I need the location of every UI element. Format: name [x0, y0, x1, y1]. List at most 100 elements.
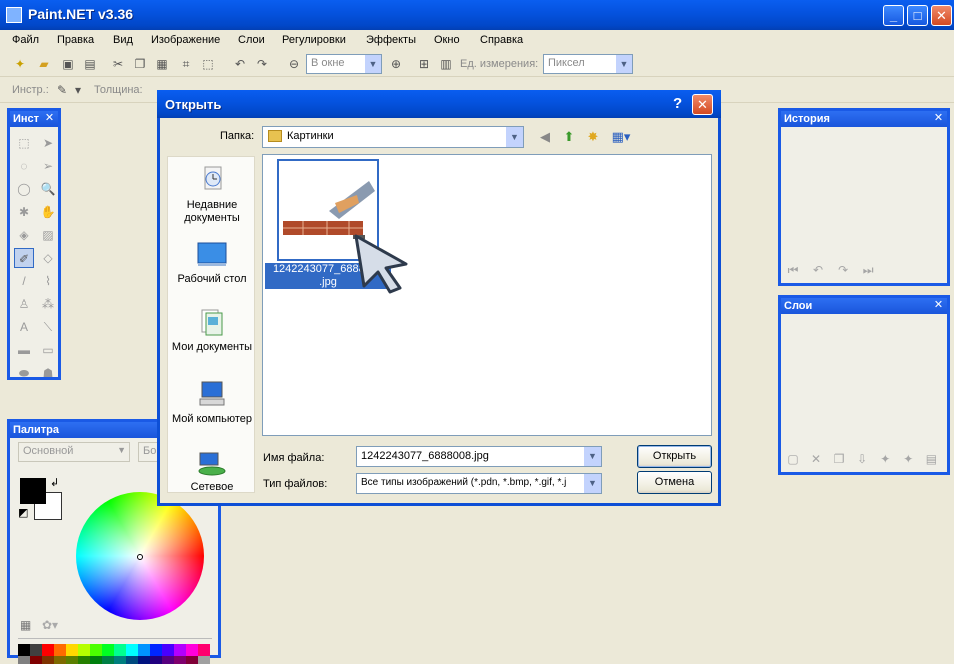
look-in-combo[interactable]: Картинки ▼ [262, 126, 524, 148]
rounded-rect-icon[interactable]: ▭ [38, 340, 58, 360]
zoom-out-icon[interactable]: ⊖ [286, 56, 302, 72]
close-icon[interactable]: ✕ [932, 112, 945, 125]
menu-window[interactable]: Окно [434, 34, 460, 46]
text-icon[interactable]: A [14, 317, 34, 337]
pencil-tool-icon[interactable]: / [14, 271, 34, 291]
menu-effects[interactable]: Эффекты [366, 34, 416, 46]
help-button[interactable]: ? [673, 95, 682, 112]
line-icon[interactable]: ⟍ [38, 317, 58, 337]
move-selected-icon[interactable]: ➢ [38, 156, 58, 176]
palette-swatch[interactable] [78, 656, 90, 664]
menu-file[interactable]: Файл [12, 34, 39, 46]
save-icon[interactable]: ▣ [60, 56, 76, 72]
palette-mode-combo[interactable]: Основной ▼ [18, 442, 130, 462]
rulers-icon[interactable]: ▥ [438, 56, 454, 72]
open-icon[interactable]: ▰ [36, 56, 52, 72]
place-my-computer[interactable]: Мой компьютер [168, 379, 256, 426]
zoom-combo[interactable]: В окне ▼ [306, 54, 382, 74]
zoom-in-icon[interactable]: ⊕ [388, 56, 404, 72]
minimize-button[interactable]: _ [883, 5, 904, 26]
gradient-icon[interactable]: ▨ [38, 225, 58, 245]
menu-edit[interactable]: Правка [57, 34, 94, 46]
last-step-icon[interactable]: ⏭ [860, 263, 876, 279]
units-combo[interactable]: Пиксел ▼ [543, 54, 633, 74]
palette-swatch[interactable] [66, 644, 78, 656]
merge-layer-icon[interactable]: ⇩ [854, 452, 870, 468]
paintbrush-icon[interactable]: ✐ [14, 248, 34, 268]
crop-icon[interactable]: ⌗ [178, 56, 194, 72]
palette-swatch[interactable] [150, 644, 162, 656]
place-my-documents[interactable]: Мои документы [168, 307, 256, 354]
pan-icon[interactable]: ✋ [38, 202, 58, 222]
file-type-combo[interactable]: Все типы изображений (*.pdn, *.bmp, *.gi… [356, 473, 602, 494]
palette-swatch[interactable] [42, 644, 54, 656]
palette-swatch[interactable] [66, 656, 78, 664]
palette-swatch[interactable] [174, 656, 186, 664]
print-icon[interactable]: ▤ [82, 56, 98, 72]
cut-icon[interactable]: ✂ [110, 56, 126, 72]
place-desktop[interactable]: Рабочий стол [168, 239, 256, 286]
copy-icon[interactable]: ❐ [132, 56, 148, 72]
pencil-icon[interactable]: ✎ [54, 82, 70, 98]
close-icon[interactable]: ✕ [932, 299, 945, 312]
rect-select-icon[interactable]: ⬚ [14, 133, 34, 153]
palette-swatch[interactable] [78, 644, 90, 656]
palette-swatch[interactable] [102, 656, 114, 664]
add-layer-icon[interactable]: ▢ [785, 452, 801, 468]
palette-swatch[interactable] [198, 656, 210, 664]
freeform-shape-icon[interactable]: ☗ [38, 363, 58, 383]
palette-swatch[interactable] [126, 644, 138, 656]
reset-colors-icon[interactable]: ◩ [18, 506, 28, 519]
menu-view[interactable]: Вид [113, 34, 133, 46]
undo-icon[interactable]: ↶ [232, 56, 248, 72]
close-button[interactable]: ✕ [931, 5, 952, 26]
new-folder-icon[interactable]: ✸ [584, 128, 602, 146]
magic-wand-icon[interactable]: ✱ [14, 202, 34, 222]
palette-swatch[interactable] [162, 656, 174, 664]
palette-swatch[interactable] [138, 656, 150, 664]
paint-bucket-icon[interactable]: ◈ [14, 225, 34, 245]
view-menu-icon[interactable]: ▦▾ [608, 128, 634, 146]
palette-swatch[interactable] [186, 656, 198, 664]
palette-swatch[interactable] [174, 644, 186, 656]
delete-layer-icon[interactable]: ✕ [808, 452, 824, 468]
palette-swatch[interactable] [42, 656, 54, 664]
maximize-button[interactable]: □ [907, 5, 928, 26]
grid-icon[interactable]: ⊞ [416, 56, 432, 72]
redo-step-icon[interactable]: ↷ [835, 263, 851, 279]
first-step-icon[interactable]: ⏮ [785, 263, 801, 279]
up-folder-icon[interactable]: ⬆ [560, 128, 578, 146]
eraser-icon[interactable]: ◇ [38, 248, 58, 268]
move-selection-icon[interactable]: ➤ [38, 133, 58, 153]
palette-swatch[interactable] [102, 644, 114, 656]
duplicate-layer-icon[interactable]: ❐ [831, 452, 847, 468]
palette-swatch[interactable] [54, 644, 66, 656]
paste-icon[interactable]: ▦ [154, 56, 170, 72]
deselect-icon[interactable]: ⬚ [200, 56, 216, 72]
palette-swatch[interactable] [90, 644, 102, 656]
palette-swatch[interactable] [18, 644, 30, 656]
palette-swatch[interactable] [30, 644, 42, 656]
close-icon[interactable]: ✕ [43, 112, 56, 125]
palette-swatch[interactable] [54, 656, 66, 664]
place-recent[interactable]: Недавние документы [168, 165, 256, 225]
menu-layers[interactable]: Слои [238, 34, 265, 46]
palette-swatch[interactable] [162, 644, 174, 656]
redo-icon[interactable]: ↷ [254, 56, 270, 72]
lasso-icon[interactable]: ◌ [14, 156, 34, 176]
palette-swatch[interactable] [114, 644, 126, 656]
palette-swatch[interactable] [114, 656, 126, 664]
dialog-close-button[interactable]: ✕ [692, 94, 713, 115]
swap-colors-icon[interactable]: ↲ [50, 476, 59, 489]
undo-step-icon[interactable]: ↶ [810, 263, 826, 279]
new-icon[interactable]: ✦ [12, 56, 28, 72]
chevron-down-icon[interactable]: ▾ [70, 82, 86, 98]
move-down-icon[interactable]: ✦ [900, 452, 916, 468]
palette-menu-icon[interactable]: ✿▾ [42, 618, 58, 632]
menu-image[interactable]: Изображение [151, 34, 220, 46]
place-network[interactable]: Сетевое [168, 447, 256, 494]
recolor-icon[interactable]: ⁂ [38, 294, 58, 314]
palette-swatch[interactable] [186, 644, 198, 656]
ellipse-select-icon[interactable]: ◯ [14, 179, 34, 199]
palette-swatch[interactable] [18, 656, 30, 664]
